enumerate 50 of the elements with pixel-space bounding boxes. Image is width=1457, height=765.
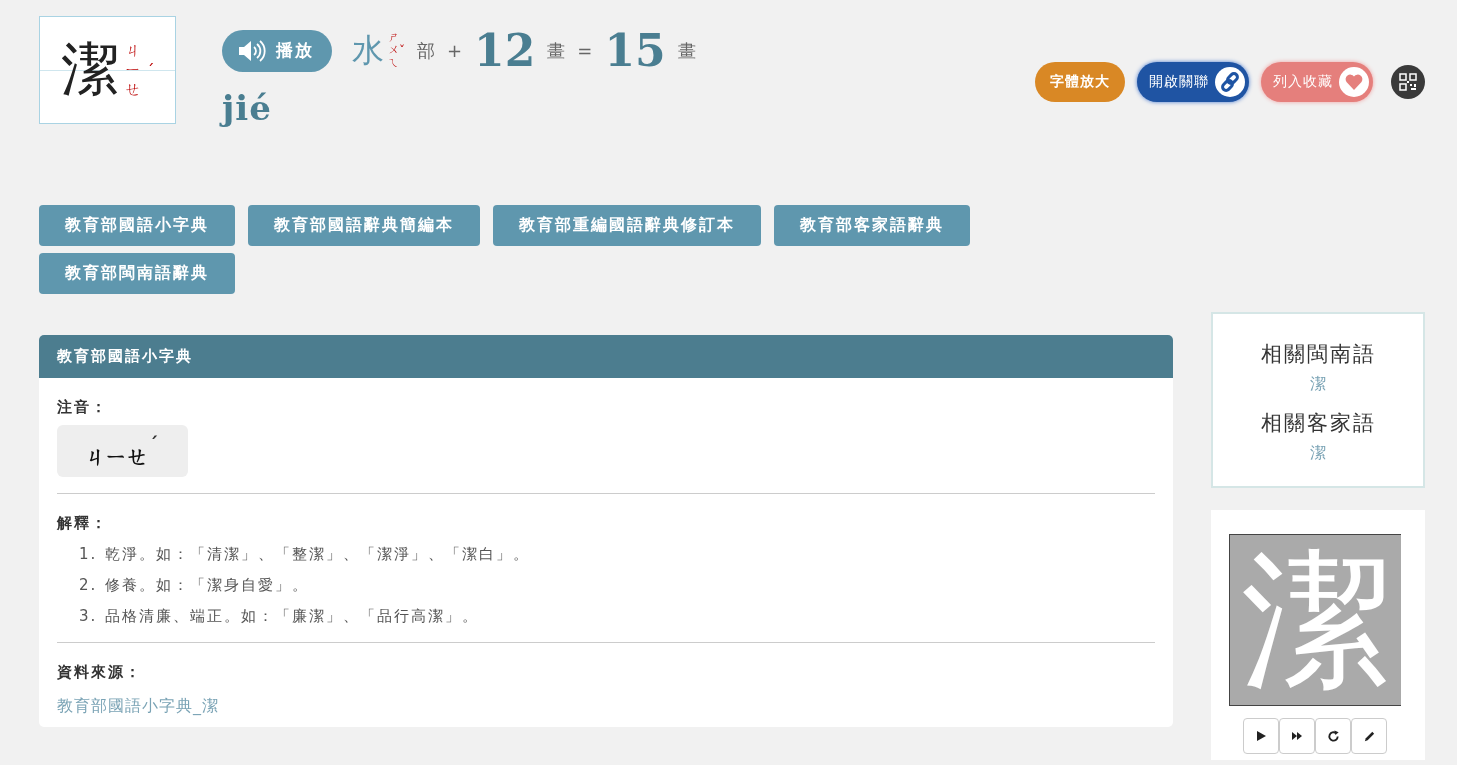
stroke-unit: 畫 xyxy=(547,38,566,63)
zhuyin-text: ㄐ ㄧ ㄝ xyxy=(124,41,141,99)
stroke-count: 12 xyxy=(474,25,536,76)
character: 潔 xyxy=(60,34,119,105)
speaker-icon xyxy=(238,39,266,62)
dictionary-tab[interactable]: 教育部重編國語辭典修訂本 xyxy=(493,205,761,246)
replay-icon xyxy=(1326,729,1340,743)
favorite-button[interactable]: 列入收藏 xyxy=(1261,62,1373,102)
definition-text: 乾淨。如：「清潔」、「整潔」、「潔淨」、「潔白」。 xyxy=(105,545,531,564)
source-label: 資料來源： xyxy=(57,663,143,682)
pencil-icon xyxy=(1362,729,1376,743)
related-link[interactable]: 潔 xyxy=(1310,443,1326,464)
dictionary-tab[interactable]: 教育部閩南語辭典 xyxy=(39,253,235,294)
play-button[interactable]: 播放 xyxy=(222,29,332,72)
tone-mark: ˊ xyxy=(149,435,158,453)
definition-text: 修養。如：「潔身自愛」。 xyxy=(105,576,310,595)
related-link[interactable]: 潔 xyxy=(1310,374,1326,395)
list-number: 1. xyxy=(79,545,98,564)
related-heading: 相關閩南語 xyxy=(1260,341,1376,368)
stroke-order-character: 潔 xyxy=(1229,534,1401,706)
definition-text: 品格清廉、端正。如：「廉潔」、「品行高潔」。 xyxy=(105,607,480,626)
list-number: 2. xyxy=(79,576,98,595)
dictionary-tab[interactable]: 教育部國語辭典簡編本 xyxy=(248,205,480,246)
link-icon xyxy=(1215,67,1245,97)
total-strokes: 15 xyxy=(604,25,666,76)
definition-label: 解釋： xyxy=(57,514,109,533)
play-button[interactable] xyxy=(1243,718,1279,754)
card-title: 教育部國語小字典 xyxy=(39,335,1173,378)
fast-forward-button[interactable] xyxy=(1279,718,1315,754)
stroke-unit: 畫 xyxy=(677,38,696,63)
enlarge-font-button[interactable]: 字體放大 xyxy=(1035,62,1125,102)
tone-mark: ˇ xyxy=(399,43,405,58)
equals-sign: = xyxy=(577,40,593,61)
dictionary-tab[interactable]: 教育部客家語辭典 xyxy=(774,205,970,246)
plus-sign: + xyxy=(447,40,463,61)
related-link-button[interactable]: 開啟關聯 xyxy=(1137,62,1249,102)
radical-label: 部 xyxy=(417,38,435,63)
qr-code-icon[interactable] xyxy=(1391,65,1425,99)
dictionary-tab[interactable]: 教育部國語小字典 xyxy=(39,205,235,246)
zhuyin-text: ㄐㄧㄝ xyxy=(85,444,148,471)
zhuyin-text: ㄕ ㄨ ㄟ xyxy=(388,32,399,69)
fast-forward-icon xyxy=(1291,730,1303,742)
radical: 水 xyxy=(352,29,384,71)
replay-button[interactable] xyxy=(1315,718,1351,754)
related-heading: 相關客家語 xyxy=(1260,410,1376,437)
tone-mark: ˊ xyxy=(146,60,155,80)
list-number: 3. xyxy=(79,607,98,626)
play-icon xyxy=(1255,730,1267,742)
zhuyin-label: 注音： xyxy=(57,398,109,417)
source-link[interactable]: 教育部國語小字典_潔 xyxy=(57,696,219,717)
